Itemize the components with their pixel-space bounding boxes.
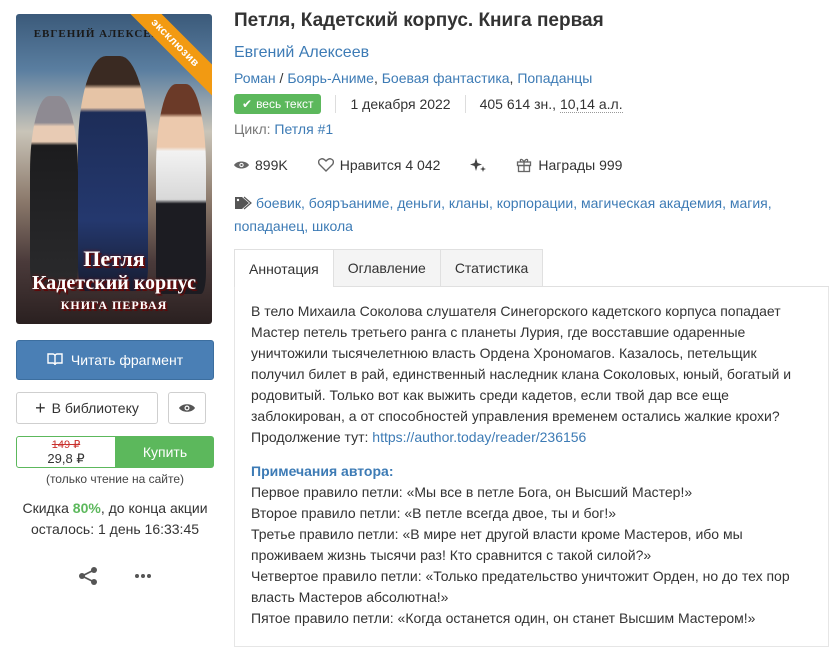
heart-icon — [317, 158, 334, 172]
cycle-info: Цикл: Петля #1 — [234, 121, 829, 137]
tag-link[interactable]: попаданец — [234, 218, 304, 234]
tag-link[interactable]: магическая академия — [581, 195, 722, 211]
author-note: Второе правило петли: «В петле всегда дв… — [251, 505, 617, 521]
cover-title: Петля — [83, 246, 145, 271]
cycle-number[interactable]: #1 — [318, 121, 334, 137]
book-title: Петля, Кадетский корпус. Книга первая — [234, 10, 604, 31]
cycle-link[interactable]: Петля — [274, 121, 313, 137]
author-note: Пятое правило петли: «Когда останется од… — [251, 610, 756, 626]
genre-link[interactable]: Роман — [234, 70, 276, 86]
buy-button[interactable]: Купить — [116, 436, 214, 468]
tab-statistics[interactable]: Статистика — [439, 249, 544, 286]
sparkle-button[interactable] — [470, 157, 487, 173]
share-row — [16, 566, 214, 589]
tab-bar: Аннотация Оглавление Статистика — [234, 249, 829, 287]
read-fragment-label: Читать фрагмент — [70, 352, 184, 368]
discount-info: Скидка 80%, до конца акции осталось: 1 д… — [16, 498, 214, 540]
tag-link[interactable]: кланы — [449, 195, 489, 211]
author-note: Первое правило петли: «Мы все в петле Бо… — [251, 484, 693, 500]
continuation-link[interactable]: https://author.today/reader/236156 — [372, 429, 586, 445]
tag-link[interactable]: бояръаниме — [309, 195, 390, 211]
tab-contents[interactable]: Оглавление — [332, 249, 441, 286]
watch-button[interactable] — [168, 392, 206, 424]
sparkle-icon — [470, 157, 487, 173]
author-notes-header: Примечания автора: — [251, 463, 394, 479]
eye-icon — [234, 160, 249, 170]
author-note: Третье правило петли: «В мире нет другой… — [251, 526, 743, 563]
reading-note: (только чтение на сайте) — [45, 472, 185, 486]
eye-icon — [179, 400, 195, 416]
annotation-panel: В тело Михаила Соколова слушателя Синего… — [234, 287, 829, 647]
genre-link[interactable]: Боярь-Аниме — [287, 70, 374, 86]
tag-link[interactable]: школа — [312, 218, 353, 234]
book-open-icon — [47, 352, 63, 369]
genres: Роман / Боярь-Аниме, Боевая фантастика, … — [234, 70, 593, 86]
discount-prefix: Скидка — [22, 500, 73, 516]
like-button[interactable]: Нравится 4 042 — [317, 157, 441, 173]
status-badge: ✔ весь текст — [234, 94, 322, 114]
tag-link[interactable]: боевик — [256, 195, 301, 211]
continuation-line: Продолжение тут: https://author.today/re… — [251, 427, 812, 448]
discount-timer: осталось: 1 день 16:33:45 — [30, 521, 200, 537]
genre-separator: / — [275, 70, 288, 86]
tag-icon — [234, 195, 252, 216]
left-column: ЕВГЕНИЙ АЛЕКСЕЕВ эксклюзив Петля Кадетск… — [16, 14, 214, 589]
tab-annotation[interactable]: Аннотация — [234, 249, 334, 287]
cycle-label: Цикл: — [234, 121, 275, 137]
status-label: весь текст — [256, 97, 314, 111]
genre-link[interactable]: Боевая фантастика — [382, 70, 510, 86]
read-fragment-button[interactable]: Читать фрагмент — [16, 340, 214, 380]
tags: боевик, бояръаниме, деньги, кланы, корпо… — [234, 195, 772, 234]
awards-count: Награды 999 — [538, 157, 623, 173]
tag-link[interactable]: магия — [730, 195, 768, 211]
divider — [335, 95, 337, 113]
tag-link[interactable]: корпорации — [497, 195, 573, 211]
more-options-icon[interactable] — [133, 566, 153, 589]
views-stat: 899K — [234, 157, 288, 173]
cover-title: Кадетский корпус — [32, 272, 196, 294]
divider — [464, 95, 466, 113]
cover-subtitle: КНИГА ПЕРВАЯ — [60, 298, 168, 312]
gift-icon — [516, 157, 532, 173]
check-icon: ✔ — [242, 97, 253, 111]
continuation-label: Продолжение тут: — [251, 429, 373, 445]
share-icon[interactable] — [77, 566, 99, 589]
price-box: 149 ₽ 29,8 ₽ — [16, 436, 116, 468]
book-size: 405 614 зн., — [479, 96, 557, 112]
new-price: 29,8 ₽ — [47, 451, 85, 466]
book-size-al: 10,14 а.л. — [559, 95, 623, 113]
publish-date: 1 декабря 2022 — [350, 96, 451, 112]
genre-link[interactable]: Попаданцы — [517, 70, 592, 86]
tag-link[interactable]: деньги — [397, 195, 441, 211]
discount-value: 80% — [72, 500, 101, 516]
author-note: Четвертое правило петли: «Только предате… — [251, 568, 790, 605]
annotation-text: В тело Михаила Соколова слушателя Синего… — [251, 303, 792, 424]
author-link[interactable]: Евгений Алексеев — [234, 44, 829, 62]
likes-count: Нравится 4 042 — [339, 157, 441, 173]
awards-button[interactable]: Награды 999 — [516, 157, 622, 173]
add-to-library-button[interactable]: + В библиотеку — [16, 392, 158, 424]
book-info: Петля, Кадетский корпус. Книга первая Ев… — [234, 10, 829, 647]
book-meta: ✔ весь текст 1 декабря 2022 405 614 зн.,… — [234, 94, 829, 114]
purchase-block: 149 ₽ 29,8 ₽ Купить — [16, 436, 214, 468]
stats-row: 899K Нравится 4 042 Награды 999 — [234, 157, 829, 173]
book-cover[interactable]: ЕВГЕНИЙ АЛЕКСЕЕВ эксклюзив Петля Кадетск… — [16, 14, 212, 324]
plus-icon: + — [35, 398, 46, 418]
discount-suffix: , до конца акции — [100, 500, 208, 516]
views-count: 899K — [255, 157, 288, 173]
add-to-library-label: В библиотеку — [51, 400, 139, 416]
